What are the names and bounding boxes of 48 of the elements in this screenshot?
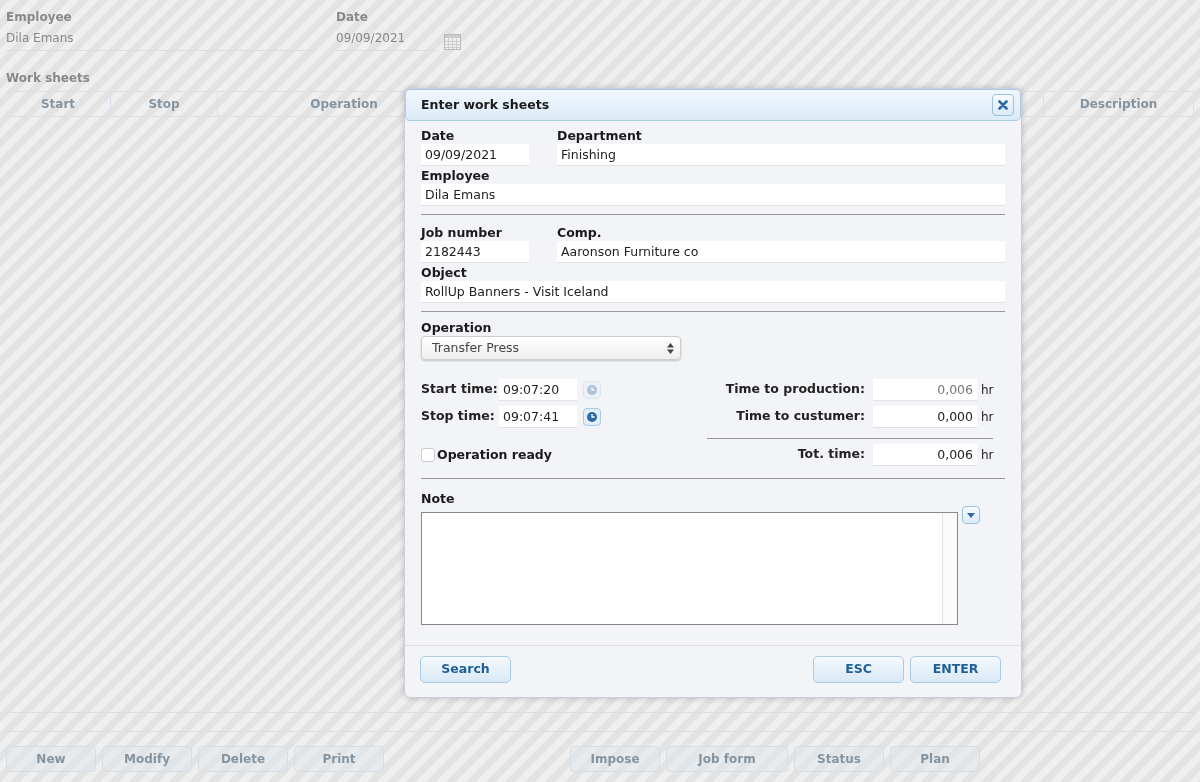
close-icon [998, 100, 1008, 110]
time-field[interactable]: 09:07:20 [499, 378, 577, 401]
dropdown-button[interactable] [962, 506, 980, 524]
section-title: Work sheets [6, 70, 91, 87]
object-field[interactable]: RollUp Banners - Visit Iceland [421, 281, 1005, 303]
field-label: Start time: [421, 380, 499, 399]
caret-down-icon [967, 512, 975, 518]
updown-arrow-icon [667, 342, 674, 354]
employee-field[interactable]: Dila Emans [421, 184, 1005, 206]
column-header: Start [6, 92, 111, 116]
button[interactable]: ENTER [910, 656, 1001, 683]
company-field[interactable]: Aaronson Furniture co [557, 241, 1005, 263]
clock-icon[interactable] [583, 407, 601, 426]
hours-field[interactable]: 0,006 [873, 378, 977, 401]
close-button[interactable] [992, 94, 1014, 116]
field-label: Time to production: [724, 380, 866, 399]
field-label: Stop time: [421, 407, 496, 426]
checkbox[interactable] [421, 447, 435, 462]
field-label: Job number [421, 225, 503, 241]
field-label: Employee [421, 168, 491, 184]
button[interactable]: ESC [813, 656, 904, 683]
button[interactable]: Search [420, 656, 511, 683]
operation-select[interactable]: Transfer Press [421, 336, 681, 360]
column-header: Stop [111, 92, 218, 116]
field-label: Tot. time: [796, 445, 866, 464]
department-field[interactable]: Finishing [557, 144, 1005, 166]
field-label: Time to custumer: [735, 407, 866, 426]
select-value: Transfer Press [432, 338, 520, 357]
field-label: Operation [421, 320, 493, 336]
field-label: Employee [6, 9, 73, 26]
employee-field[interactable]: Dila Emans [6, 26, 316, 51]
note-textarea[interactable] [421, 512, 958, 625]
field-label: Object [421, 265, 468, 281]
date-field[interactable]: 09/09/2021 [421, 144, 529, 166]
field-label: Date [336, 9, 369, 26]
field-label: Comp. [557, 225, 603, 241]
field-label: Note [421, 491, 456, 507]
unit-label: hr [981, 381, 995, 399]
field-label: Date [421, 128, 456, 144]
unit-label: hr [981, 408, 995, 426]
time-field[interactable]: 09:07:41 [499, 405, 577, 428]
hours-field[interactable]: 0,000 [873, 405, 977, 428]
checkbox-label: Operation ready [437, 446, 552, 463]
job-number-field[interactable]: 2182443 [421, 241, 529, 263]
hours-field[interactable]: 0,006 [873, 443, 977, 466]
field-label: Department [557, 128, 643, 144]
column-header: Description [1044, 92, 1194, 116]
unit-label: hr [981, 446, 995, 464]
